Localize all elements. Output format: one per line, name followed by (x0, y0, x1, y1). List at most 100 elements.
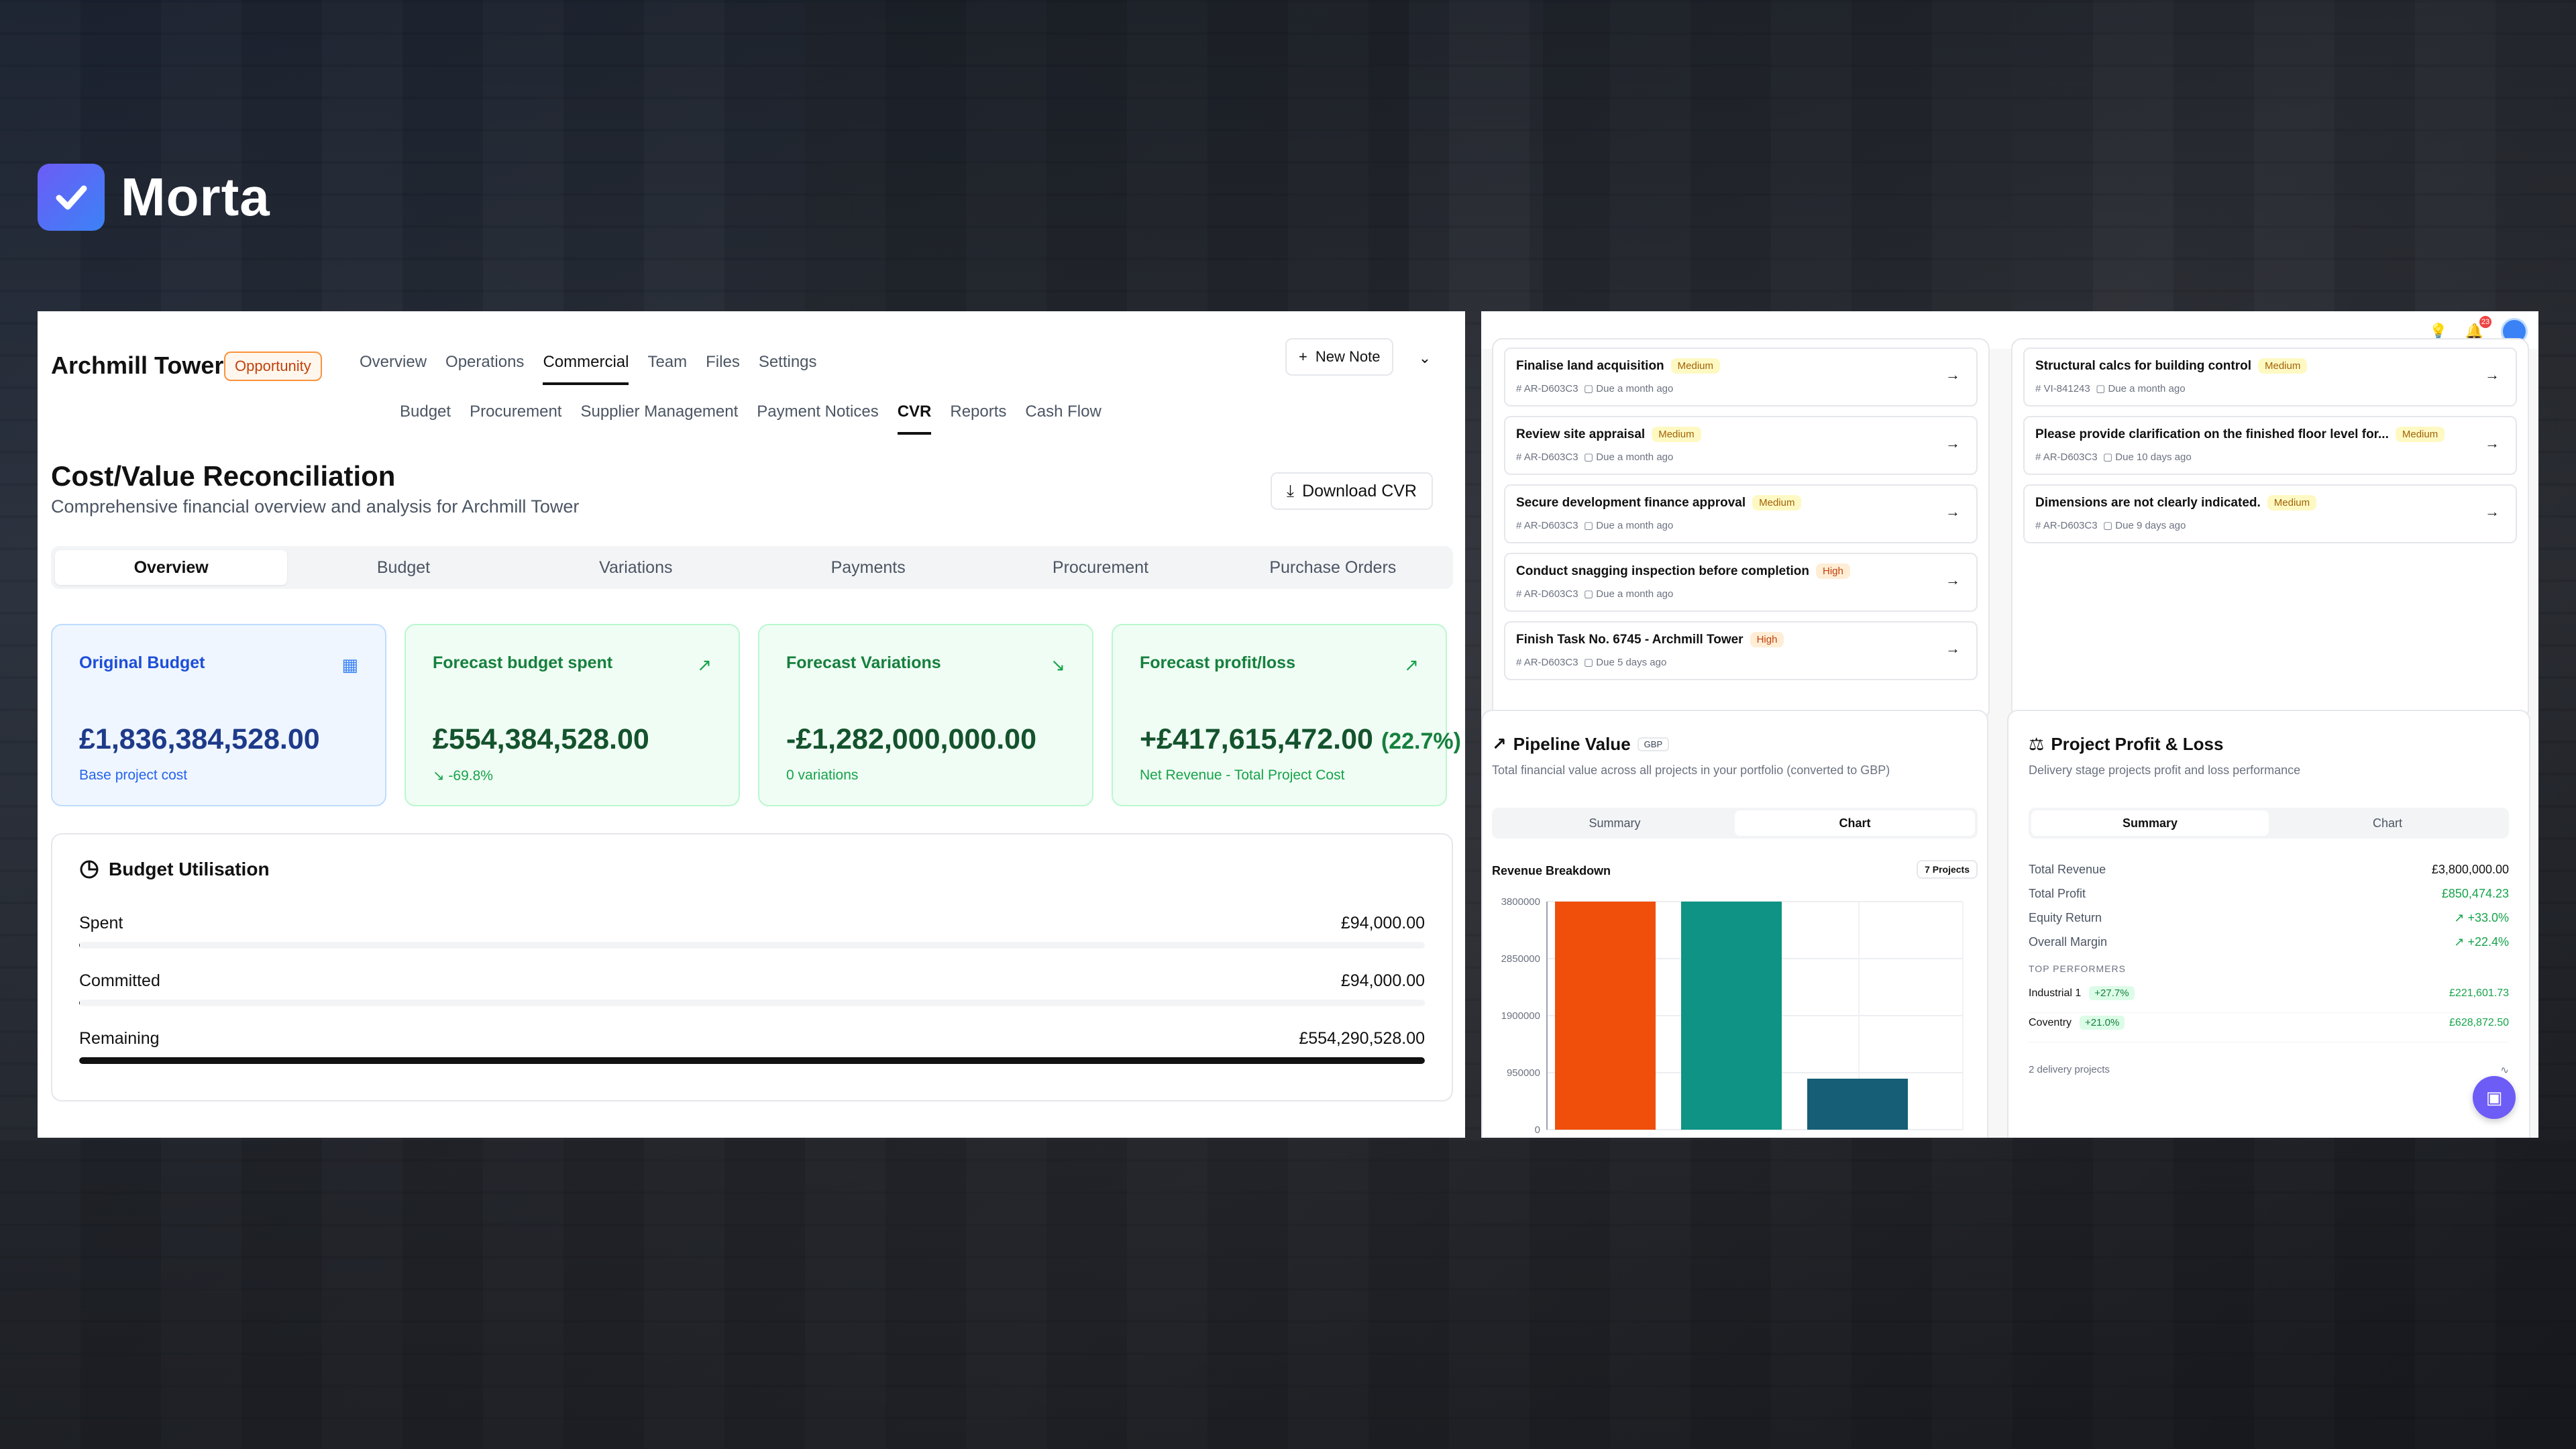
y-tick-label: 1900000 (1501, 1010, 1540, 1022)
priority-badge: Medium (1652, 427, 1701, 442)
tab-operations[interactable]: Operations (445, 353, 524, 385)
task-ref: AR-D603C3 (1523, 657, 1578, 668)
task-meta: # AR-D603C3 ▢ Due 9 days ago (2035, 519, 2186, 531)
calendar-icon: ▢ (1583, 520, 1594, 531)
task-title-text: Finalise land acquisition (1516, 359, 1664, 373)
calendar-icon: ▢ (2102, 520, 2113, 531)
task-meta: # AR-D603C3 ▢ Due 10 days ago (2035, 451, 2192, 463)
activity-icon: ∿ (2500, 1065, 2509, 1076)
task-item[interactable]: Finalise land acquisition Medium # AR-D603… (1504, 347, 1978, 407)
project-header: Archmill Tower Opportunity Overview Oper… (51, 338, 1452, 435)
task-meta: # AR-D603C3 ▢ Due 5 days ago (1516, 656, 1666, 668)
tab-purchase-orders[interactable]: Purchase Orders (1217, 550, 1449, 585)
task-title: Finish Task No. 6745 - Archmill Tower Hig… (1516, 632, 1784, 647)
tab-chart[interactable]: Chart (2269, 810, 2506, 836)
tab-files[interactable]: Files (706, 353, 740, 385)
subtab-payment-notices[interactable]: Payment Notices (757, 402, 878, 435)
calendar-icon: ▢ (2102, 451, 2113, 463)
arrow-right-icon[interactable]: → (2485, 435, 2500, 452)
task-title-text: Structural calcs for building control (2035, 359, 2251, 373)
arrow-right-icon[interactable]: → (1945, 640, 1960, 657)
projects-count-badge: 7 Projects (1917, 860, 1978, 879)
trending-up-icon: ↗ (1404, 655, 1419, 675)
section-title: ⚖ Project Profit & Loss (2029, 734, 2223, 755)
cvr-panel: Archmill Tower Opportunity Overview Oper… (38, 311, 1465, 1138)
tab-procurement[interactable]: Procurement (984, 550, 1216, 585)
task-ref: AR-D603C3 (1523, 383, 1578, 394)
task-title-text: Dimensions are not clearly indicated. (2035, 496, 2261, 510)
progress-bar (79, 942, 1425, 949)
status-badge: Opportunity (224, 352, 322, 381)
arrow-right-icon[interactable]: → (1945, 435, 1960, 452)
card-note: Net Revenue - Total Project Cost (1140, 767, 1345, 783)
pnl-row: Total Profit £850,474.23 (2029, 887, 2509, 910)
task-item[interactable]: Please provide clarification on the fini… (2023, 416, 2517, 475)
tab-team[interactable]: Team (647, 353, 687, 385)
calculator-icon: ▦ (341, 655, 358, 675)
task-item[interactable]: Structural calcs for building control Med… (2023, 347, 2517, 407)
subtab-procurement[interactable]: Procurement (470, 402, 561, 435)
section-title: Budget Utilisation (79, 859, 270, 880)
budget-utilisation-section: Budget Utilisation Spent £94,000.00 Comm… (51, 833, 1453, 1102)
subtab-supplier-management[interactable]: Supplier Management (580, 402, 738, 435)
performer-name: Industrial 1 (2029, 987, 2082, 999)
checkmark-icon (38, 164, 105, 231)
task-meta: # AR-D603C3 ▢ Due a month ago (1516, 519, 1673, 531)
task-ref: AR-D603C3 (1523, 451, 1578, 463)
download-cvr-button[interactable]: ⤓ Download CVR (1271, 472, 1433, 510)
currency-badge: GBP (1637, 737, 1670, 751)
task-item[interactable]: Finish Task No. 6745 - Archmill Tower Hig… (1504, 621, 1978, 680)
tab-payments[interactable]: Payments (752, 550, 984, 585)
task-title: Review site appraisal Medium (1516, 427, 1701, 442)
task-item[interactable]: Secure development finance approval Mediu… (1504, 484, 1978, 543)
top-performer-row: Coventry +21.0% £628,872.50 (2029, 1016, 2509, 1042)
plus-icon: + (1299, 348, 1307, 365)
task-due: Due 5 days ago (1596, 657, 1667, 668)
tab-settings[interactable]: Settings (759, 353, 817, 385)
priority-badge: Medium (2267, 495, 2317, 511)
tab-commercial[interactable]: Commercial (543, 353, 629, 385)
card-value-amount: +£417,615,472.00 (1140, 723, 1373, 755)
arrow-right-icon[interactable]: → (1945, 572, 1960, 589)
forecast-variations-card: Forecast Variations ↘ -£1,282,000,000.00… (758, 624, 1093, 806)
calendar-fab-button[interactable]: ▣ (2473, 1076, 2516, 1119)
tab-variations[interactable]: Variations (520, 550, 752, 585)
arrow-right-icon[interactable]: → (2485, 366, 2500, 384)
subtab-budget[interactable]: Budget (400, 402, 451, 435)
performer-name: Coventry (2029, 1017, 2072, 1028)
card-note: ↘ -69.8% (433, 768, 493, 784)
tab-summary[interactable]: Summary (1495, 810, 1735, 836)
arrow-right-icon[interactable]: → (1945, 366, 1960, 384)
utilisation-row-remaining: Remaining £554,290,528.00 (79, 1029, 1425, 1069)
task-item[interactable]: Conduct snagging inspection before compl… (1504, 553, 1978, 612)
row-value: £3,800,000.00 (2431, 863, 2509, 876)
card-value: +£417,615,472.00 (22.7%) (1140, 723, 1461, 756)
tab-summary[interactable]: Summary (2031, 810, 2269, 836)
row-label: Total Profit (2029, 887, 2086, 900)
background-building (1543, 0, 2012, 315)
subtab-reports[interactable]: Reports (950, 402, 1006, 435)
tab-overview[interactable]: Overview (55, 550, 288, 585)
tab-chart[interactable]: Chart (1735, 810, 1975, 836)
tab-overview[interactable]: Overview (360, 353, 427, 385)
new-note-button[interactable]: + New Note (1285, 338, 1394, 376)
page-subtitle: Comprehensive financial overview and ana… (51, 496, 580, 517)
arrow-right-icon[interactable]: → (2485, 503, 2500, 521)
y-tick-label: 2850000 (1501, 953, 1540, 965)
task-ref: AR-D603C3 (1523, 520, 1578, 531)
task-item[interactable]: Dimensions are not clearly indicated. Med… (2023, 484, 2517, 543)
tab-budget[interactable]: Budget (287, 550, 519, 585)
chevron-down-icon[interactable]: ⌄ (1411, 345, 1438, 372)
task-title-text: Review site appraisal (1516, 427, 1646, 441)
task-ref: AR-D603C3 (2043, 520, 2098, 531)
card-value-percent: (22.7%) (1381, 729, 1461, 754)
hash-icon: # (1516, 451, 1522, 463)
arrow-right-icon[interactable]: → (1945, 503, 1960, 521)
subtab-cvr[interactable]: CVR (897, 402, 932, 435)
task-item[interactable]: Review site appraisal Medium # AR-D603C3 ▢… (1504, 416, 1978, 475)
task-due: Due a month ago (1596, 520, 1674, 531)
project-title: Archmill Tower (51, 352, 224, 379)
subtab-cash-flow[interactable]: Cash Flow (1025, 402, 1101, 435)
tasks-list-right: Structural calcs for building control Med… (2011, 338, 2529, 720)
y-tick-label: 950000 (1507, 1067, 1540, 1079)
